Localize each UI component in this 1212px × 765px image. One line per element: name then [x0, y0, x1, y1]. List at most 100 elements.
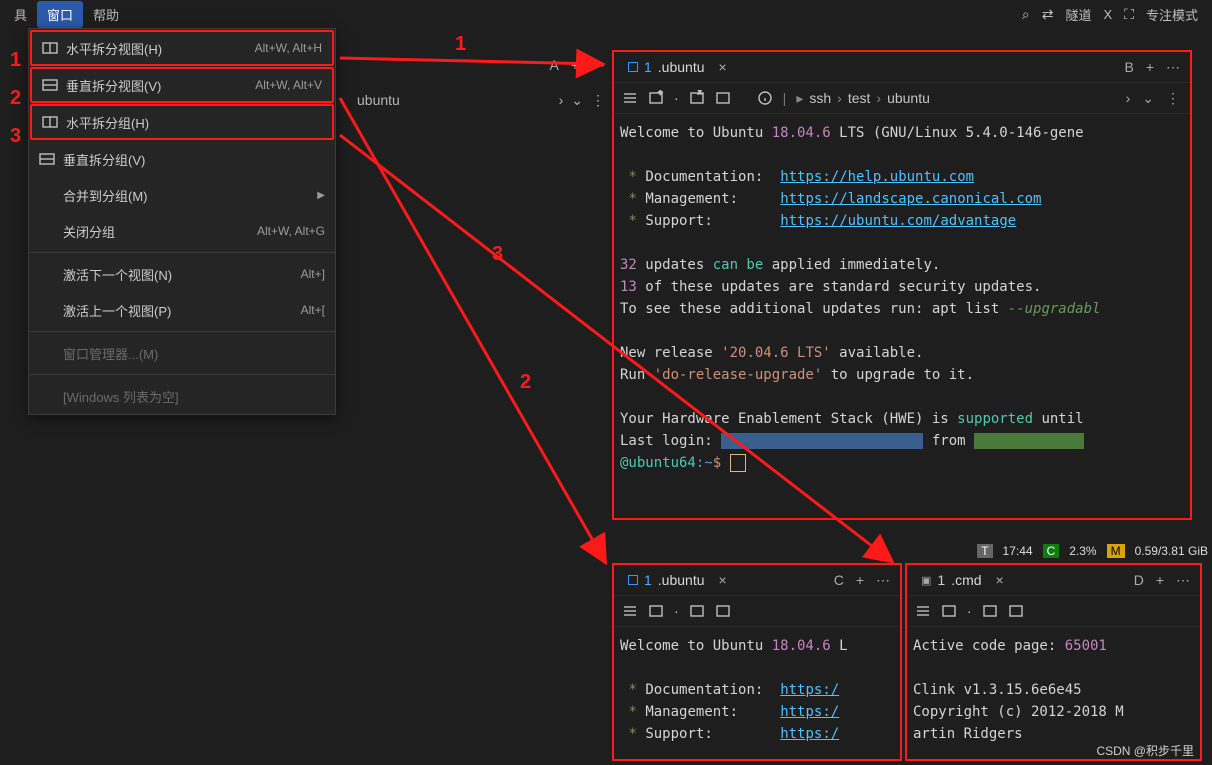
breadcrumb-item[interactable]: test [848, 90, 871, 106]
chevron-icon: ▸ [796, 90, 803, 107]
watermark: CSDN @积步千里 [1096, 742, 1194, 759]
close-pane-icon[interactable]: x [689, 90, 705, 106]
menu-tools[interactable]: 具 [4, 1, 37, 28]
panel-menu-icon[interactable]: ⋯ [591, 57, 607, 74]
panel-a-label: A [549, 57, 558, 73]
annotation-2: 2 [10, 88, 21, 108]
menu-activate-prev[interactable]: 激活上一个视图(P) Alt+[ [29, 292, 335, 328]
tunnel-icon[interactable]: ⇄ [1042, 6, 1054, 23]
terminal-icon [628, 575, 638, 585]
menu-icon[interactable] [622, 603, 638, 619]
status-time-icon: T [977, 544, 992, 558]
close-tab-icon[interactable]: × [719, 572, 727, 588]
new-pane-icon[interactable] [648, 603, 664, 619]
menu-icon[interactable] [915, 603, 931, 619]
pane-icon[interactable] [1008, 603, 1024, 619]
submenu-icon: ▶ [317, 190, 325, 201]
menu-shortcut: Alt+[ [301, 303, 325, 317]
panel-menu-icon[interactable]: ⋯ [876, 572, 892, 589]
breadcrumb-label: ubuntu [357, 92, 551, 108]
breadcrumb-item[interactable]: ssh [809, 90, 831, 106]
split-h-icon [42, 40, 58, 56]
breadcrumb[interactable]: ▸ ssh › test › ubuntu [796, 90, 930, 107]
split-v-icon [39, 151, 55, 167]
cmd-icon: ▣ [921, 574, 931, 587]
dot-icon[interactable]: · [674, 90, 679, 106]
add-tab-icon[interactable]: + [1146, 59, 1154, 75]
terminal-icon [628, 62, 638, 72]
add-tab-icon[interactable]: + [571, 57, 579, 73]
info-icon[interactable] [757, 90, 773, 106]
chevron-right-icon[interactable]: › [559, 92, 564, 108]
menu-window[interactable]: 窗口 [37, 1, 83, 28]
menu-icon[interactable] [622, 90, 638, 106]
close-pane-icon[interactable] [982, 603, 998, 619]
close-tab-icon[interactable]: × [719, 59, 727, 75]
statusbar: T17:44 C2.3% M0.59/3.81 GiB [888, 540, 1208, 562]
menu-close-group[interactable]: 关闭分组 Alt+W, Alt+G [29, 213, 335, 249]
menu-item-label: 垂直拆分视图(V) [66, 76, 255, 95]
close-pane-icon[interactable] [689, 603, 705, 619]
status-cpu: 2.3% [1069, 544, 1096, 558]
chevron-down-icon[interactable]: ⌄ [1142, 90, 1154, 107]
menu-split-view-v[interactable]: 垂直拆分视图(V) Alt+W, Alt+V [30, 67, 334, 103]
panel-c-tab[interactable]: 1 .ubuntu × [622, 566, 733, 594]
chevron-down-icon[interactable]: ⌄ [571, 92, 583, 109]
focus-label[interactable]: 专注模式 [1146, 5, 1198, 24]
panel-d-tab[interactable]: ▣ 1 .cmd × [915, 566, 1010, 594]
panel-a-tabbar: A + ⋯ [357, 50, 607, 80]
menu-item-label: 关闭分组 [63, 222, 257, 241]
more-icon[interactable]: ⋮ [591, 92, 607, 109]
menu-shortcut: Alt+W, Alt+G [257, 224, 325, 238]
terminal-output[interactable]: Welcome to Ubuntu 18.04.6 LTS (GNU/Linux… [614, 114, 1190, 482]
panel-d-toolbar: · [907, 595, 1200, 627]
dot-icon[interactable]: · [967, 603, 972, 619]
panel-d: ▣ 1 .cmd × D + ⋯ · Active code page: 650… [905, 563, 1202, 761]
status-mem: 0.59/3.81 GiB [1135, 544, 1208, 558]
new-pane-icon[interactable] [941, 603, 957, 619]
chevron-right-icon[interactable]: › [1126, 90, 1131, 106]
focus-icon[interactable]: ⛶ [1124, 6, 1134, 23]
menu-windows-empty: [Windows 列表为空] [29, 378, 335, 414]
tab-name: .ubuntu [658, 59, 705, 75]
status-cpu-icon: C [1043, 544, 1060, 558]
menu-item-label: 垂直拆分组(V) [63, 150, 325, 169]
panel-d-label: D [1134, 572, 1144, 588]
panel-menu-icon[interactable]: ⋯ [1166, 59, 1182, 76]
breadcrumb-item[interactable]: ubuntu [887, 90, 930, 106]
dot-icon[interactable]: · [674, 603, 679, 619]
menu-help[interactable]: 帮助 [83, 1, 129, 28]
new-pane-icon[interactable]: + [648, 90, 664, 106]
more-icon[interactable]: ⋮ [1166, 90, 1182, 107]
tunnel-label[interactable]: 隧道 [1065, 5, 1091, 24]
search-icon[interactable]: ⌕ [1022, 6, 1030, 23]
tab-name: .cmd [951, 572, 981, 588]
svg-text:+: + [658, 90, 663, 97]
add-tab-icon[interactable]: + [1156, 572, 1164, 588]
menu-split-view-h[interactable]: 水平拆分视图(H) Alt+W, Alt+H [30, 30, 334, 66]
annotation-1: 1 [10, 50, 21, 70]
terminal-output[interactable]: Active code page: 65001 Clink v1.3.15.6e… [907, 627, 1200, 753]
menu-item-label: 激活上一个视图(P) [63, 301, 301, 320]
panel-b-tab[interactable]: 1 .ubuntu × [622, 53, 733, 81]
menubar: 具 窗口 帮助 ⌕ ⇄ 隧道 X ⛶ 专注模式 [0, 0, 1212, 28]
menu-activate-next[interactable]: 激活下一个视图(N) Alt+] [29, 256, 335, 292]
menu-merge-group[interactable]: 合并到分组(M) ▶ [29, 177, 335, 213]
tab-number: 1 [937, 572, 945, 588]
terminal-output[interactable]: Welcome to Ubuntu 18.04.6 L * Documentat… [614, 627, 900, 753]
menu-split-group-v[interactable]: 垂直拆分组(V) [29, 141, 335, 177]
panel-b: 1 .ubuntu × B + ⋯ + · x | ▸ ssh › test ›… [612, 50, 1192, 520]
add-tab-icon[interactable]: + [856, 572, 864, 588]
menu-split-group-h[interactable]: 水平拆分组(H) [30, 104, 334, 140]
tab-number: 1 [644, 572, 652, 588]
panel-menu-icon[interactable]: ⋯ [1176, 572, 1192, 589]
panel-c: 1 .ubuntu × C + ⋯ · Welcome to Ubuntu 18… [612, 563, 902, 761]
x-label[interactable]: X [1104, 7, 1113, 22]
menu-item-label: 水平拆分组(H) [66, 113, 322, 132]
menu-separator [29, 331, 335, 332]
pane-icon[interactable] [715, 603, 731, 619]
menu-item-label: [Windows 列表为空] [63, 387, 325, 406]
close-tab-icon[interactable]: × [996, 572, 1004, 588]
pane-icon[interactable] [715, 90, 731, 106]
status-time: 17:44 [1003, 544, 1033, 558]
